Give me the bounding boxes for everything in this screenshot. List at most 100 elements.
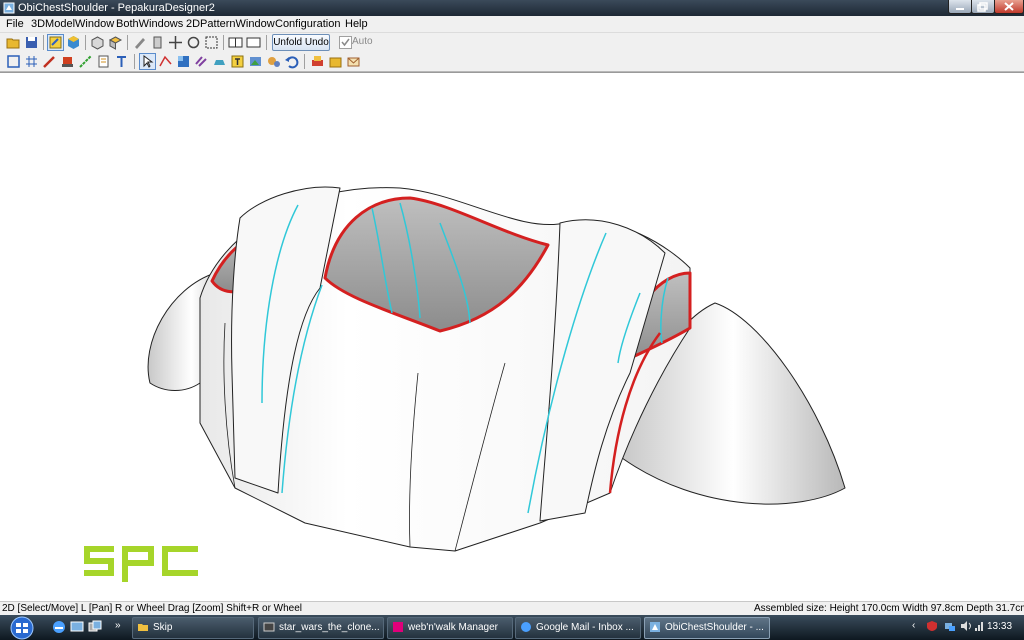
move-parts-icon [169,36,182,49]
edge-icon [153,36,162,49]
status-bar: 2D [Select/Move] L [Pan] R or Wheel Drag… [0,601,1024,616]
menu-2dpatternwindow[interactable]: 2DPatternWindow [186,18,275,30]
open-file-icon [6,38,20,49]
stamp-icon [62,57,73,67]
texture-button[interactable] [176,54,191,69]
folder-icon [138,624,148,631]
print-icon [312,56,323,66]
webnwalk-icon [393,622,403,632]
show-desktop-icon[interactable] [70,620,84,634]
menu-help[interactable]: Help [345,18,368,30]
taskbar-item-obichestshoulder[interactable]: ObiChestShoulder - ... [644,617,770,639]
restore-icon [977,2,988,12]
view-3d-button[interactable] [66,35,81,50]
taskbar-item-google-mail[interactable]: Google Mail - Inbox ... [515,617,641,639]
security-tray-icon[interactable] [926,620,938,632]
flap-icon [214,60,225,65]
page-settings-icon [98,55,109,68]
envelope-button[interactable] [346,54,361,69]
menu-3dmodelwindow[interactable]: 3DModelWindow [31,18,114,30]
pepakura-icon [650,622,660,632]
select-faces-button[interactable] [204,35,219,50]
zoom-fit-button[interactable] [6,54,21,69]
video-icon [263,622,275,632]
unfold-box-icon [108,36,123,50]
cut-edge-button[interactable] [158,54,173,69]
checkmark-icon [341,38,350,47]
undo-button[interactable] [284,54,299,69]
pencil-button[interactable] [132,35,147,50]
toggle-2d-button[interactable] [47,34,64,51]
flap-button[interactable] [212,54,227,69]
rotate-parts-icon [187,36,200,49]
save-button[interactable] [24,35,39,50]
window-title: ObiChestShoulder - PepakuraDesigner2 [18,2,215,14]
print-button[interactable] [310,54,325,69]
select-arrow-icon [143,55,154,68]
volume-tray-icon[interactable] [960,620,972,632]
fold-lines-button[interactable] [194,54,209,69]
layout-icon [329,57,342,68]
start-button[interactable] [5,616,39,640]
paper-box-icon [91,36,104,50]
network-tray-icon[interactable] [944,620,956,632]
text-label-icon [231,55,244,68]
quicklaunch-overflow[interactable]: » [115,620,121,631]
pencil-icon [135,38,145,49]
3d-viewport[interactable] [0,72,1024,602]
measure-icon [268,57,280,67]
window-right-icon [246,37,261,48]
menu-bothwindows[interactable]: BothWindows [116,18,183,30]
unfold-undo-button[interactable]: Unfold Undo [272,34,330,51]
join-button[interactable] [78,54,93,69]
envelope-icon [347,57,360,67]
select-arrow-button[interactable] [139,53,156,70]
open-button[interactable] [6,35,21,50]
minimize-button[interactable] [948,0,972,14]
signal-tray-icon[interactable] [974,620,986,632]
ie-quicklaunch-icon[interactable] [52,620,66,634]
taskbar-item-skip[interactable]: Skip [132,617,254,639]
title-bar: ObiChestShoulder - PepakuraDesigner2 [0,0,1024,16]
join-icon [79,55,92,68]
clock[interactable]: 13:33 [987,621,1012,632]
move-parts-button[interactable] [168,35,183,50]
auto-checkbox[interactable] [339,36,352,49]
status-left: 2D [Select/Move] L [Pan] R or Wheel Drag… [2,603,303,614]
close-button[interactable] [994,0,1024,14]
text-label-button[interactable] [230,54,245,69]
model-canvas[interactable] [0,73,1024,602]
grid-button[interactable] [24,54,39,69]
window-left-icon [228,37,243,48]
edge-button[interactable] [150,35,165,50]
chest-armor-model [147,186,846,552]
unfold-box-button[interactable] [108,35,123,50]
taskbar-item-star-wars[interactable]: star_wars_the_clone... [258,617,384,639]
restore-button[interactable] [971,0,995,14]
view-3d-icon [68,36,79,49]
brush-icon [43,56,55,68]
taskbar-item-webnwalk[interactable]: web'n'walk Manager [387,617,513,639]
menu-configuration[interactable]: Configuration [275,18,340,30]
window-right-button[interactable] [246,35,261,50]
paper-box-button[interactable] [90,35,105,50]
text-icon [117,56,126,67]
status-assembled-size: Assembled size: Height 170.0cm Width 97.… [754,603,1024,614]
menu-file[interactable]: File [6,18,24,30]
texture-icon [178,56,189,67]
brush-button[interactable] [42,54,57,69]
switch-windows-icon[interactable] [88,620,102,634]
rotate-parts-button[interactable] [186,35,201,50]
auto-label: Auto [352,36,373,47]
measure-button[interactable] [266,54,281,69]
text-button[interactable] [114,54,129,69]
window-left-button[interactable] [228,35,243,50]
grid-icon [26,56,37,67]
image-icon [250,57,261,66]
layout-button[interactable] [328,54,343,69]
close-icon [1004,2,1014,11]
stamp-button[interactable] [60,54,75,69]
page-settings-button[interactable] [96,54,111,69]
image-button[interactable] [248,54,263,69]
tray-expand-icon[interactable]: ‹ [912,620,915,631]
